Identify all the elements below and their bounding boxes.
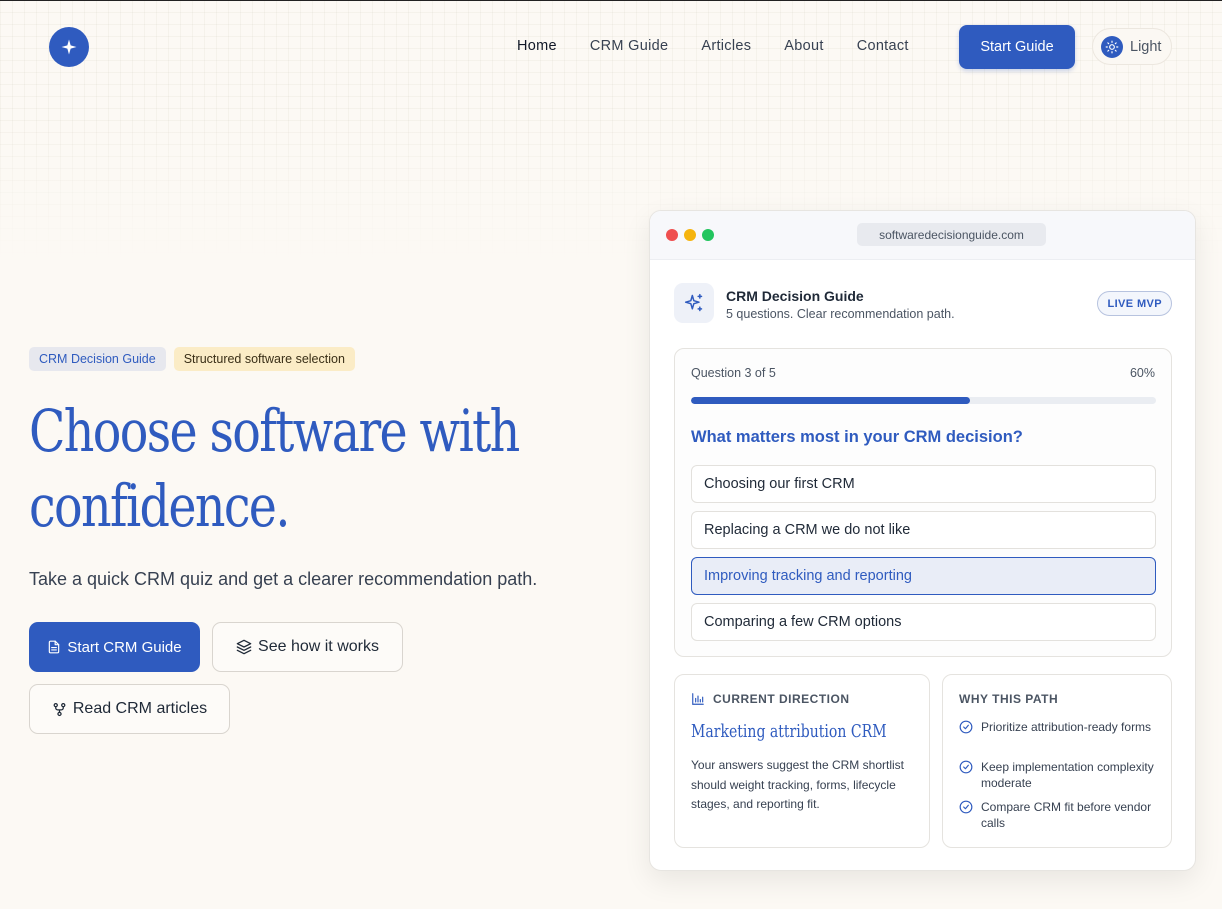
nav-about[interactable]: About [784, 38, 823, 54]
chip-crm-decision-guide: CRM Decision Guide [29, 347, 166, 371]
check-circle-icon [959, 760, 973, 774]
app-title: CRM Decision Guide [726, 288, 864, 304]
nav-crm-guide[interactable]: CRM Guide [590, 38, 668, 54]
window-minimize-dot [684, 229, 696, 241]
bar-chart-icon [692, 693, 704, 705]
start-guide-button[interactable]: Start Guide [959, 25, 1075, 69]
hero-subtitle: Take a quick CRM quiz and get a clearer … [29, 569, 538, 589]
theme-label: Light [1130, 38, 1162, 55]
nav-contact[interactable]: Contact [857, 38, 909, 54]
why-item: Prioritize attribution-ready forms [959, 719, 1164, 735]
why-item: Compare CRM fit before vendor calls [959, 799, 1164, 831]
quiz-card: Question 3 of 5 60% What matters most in… [674, 348, 1172, 657]
check-circle-icon [959, 720, 973, 734]
main-nav: Home CRM Guide Articles About Contact [517, 38, 942, 54]
see-how-it-works-label: See how it works [258, 638, 379, 655]
option-replacing-crm[interactable]: Replacing a CRM we do not like [691, 511, 1156, 549]
current-direction-label: CURRENT DIRECTION [713, 692, 850, 706]
option-comparing-crms[interactable]: Comparing a few CRM options [691, 603, 1156, 641]
current-direction-panel: CURRENT DIRECTION Marketing attribution … [674, 674, 930, 848]
see-how-it-works-button[interactable]: See how it works [212, 622, 403, 672]
why-this-path-heading: WHY THIS PATH [959, 692, 1059, 706]
why-item: Keep implementation complexity moderate [959, 759, 1164, 791]
question-counter: Question 3 of 5 [691, 366, 776, 380]
direction-value: Marketing attribution CRM [691, 721, 887, 742]
window-maximize-dot [702, 229, 714, 241]
start-crm-guide-button[interactable]: Start CRM Guide [29, 622, 200, 672]
read-crm-articles-button[interactable]: Read CRM articles [29, 684, 230, 734]
document-icon [49, 640, 60, 654]
chip-structured-selection: Structured software selection [173, 347, 355, 371]
hero-title-line-1: Choose software with [29, 397, 520, 465]
hero-title-line-2: confidence. [29, 472, 290, 540]
progress-percent: 60% [1129, 366, 1155, 380]
theme-toggle[interactable]: Light [1092, 28, 1172, 65]
sparkles-icon [674, 283, 714, 323]
layers-icon [236, 639, 252, 655]
progress-fill [691, 397, 970, 404]
progress-bar [691, 397, 1156, 404]
share-nodes-icon [53, 702, 66, 716]
why-item-text: Compare CRM fit before vendor calls [981, 800, 1152, 830]
window-close-dot [666, 229, 678, 241]
nav-articles[interactable]: Articles [701, 38, 751, 54]
start-crm-guide-label: Start CRM Guide [67, 638, 182, 656]
live-mvp-badge: LIVE MVP [1097, 291, 1172, 316]
question-text: What matters most in your CRM decision? [691, 428, 1023, 446]
check-circle-icon [959, 800, 973, 814]
sparkle-icon [61, 39, 77, 55]
hero-chips: CRM Decision Guide Structured software s… [29, 347, 355, 371]
app-header: CRM Decision Guide 5 questions. Clear re… [674, 283, 1172, 325]
app-preview-window: softwaredecisionguide.com CRM Decision G… [649, 210, 1196, 871]
hero-title: Choose software with confidence. [29, 394, 554, 544]
option-first-crm[interactable]: Choosing our first CRM [691, 465, 1156, 503]
browser-toolbar: softwaredecisionguide.com [650, 211, 1195, 260]
nav-home[interactable]: Home [517, 38, 557, 54]
app-description: 5 questions. Clear recommendation path. [726, 307, 955, 321]
why-item-text: Keep implementation complexity moderate [981, 760, 1154, 790]
why-this-path-panel: WHY THIS PATH Prioritize attribution-rea… [942, 674, 1172, 848]
logo[interactable] [49, 27, 89, 67]
url-bar: softwaredecisionguide.com [857, 223, 1046, 246]
sun-icon [1101, 35, 1123, 58]
option-tracking-reporting[interactable]: Improving tracking and reporting [691, 557, 1156, 595]
why-item-text: Prioritize attribution-ready forms [981, 720, 1152, 734]
read-crm-articles-label: Read CRM articles [72, 700, 208, 717]
direction-description: Your answers suggest the CRM shortlist s… [691, 758, 904, 811]
current-direction-heading: CURRENT DIRECTION [691, 692, 850, 706]
